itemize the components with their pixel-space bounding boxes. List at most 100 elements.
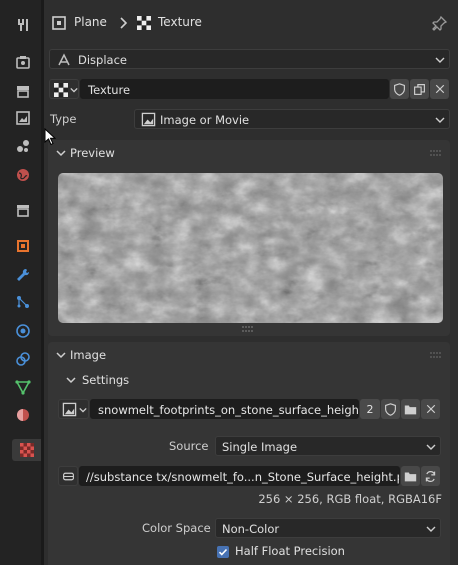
tab-material[interactable]	[12, 404, 34, 426]
image-name-field[interactable]: snowmelt_footprints_on_stone_surface_hei…	[90, 399, 359, 419]
image-users-count[interactable]: 2	[360, 399, 380, 419]
close-icon	[426, 404, 435, 414]
folder-icon	[404, 471, 417, 481]
modifier-selector-value: Displace	[78, 53, 127, 67]
tab-tool[interactable]	[12, 14, 34, 36]
image-icon	[62, 402, 77, 417]
breadcrumb-texture[interactable]: Texture	[158, 15, 202, 29]
duplicate-texture-button[interactable]	[410, 79, 429, 99]
preview-panel: Preview	[48, 140, 450, 336]
pin-icon[interactable]	[432, 15, 448, 31]
shield-icon	[394, 82, 405, 96]
copy-icon	[414, 83, 425, 95]
material-icon	[17, 409, 29, 421]
fake-user-button[interactable]	[390, 79, 409, 99]
texture-type-value: Image or Movie	[160, 113, 250, 127]
breadcrumb: Plane Texture	[44, 8, 458, 38]
world-icon	[17, 169, 29, 181]
view-layer-icon	[16, 111, 30, 125]
texture-checker-icon	[54, 83, 68, 97]
unlink-image-button[interactable]	[421, 399, 440, 419]
texture-preview-image	[58, 173, 443, 323]
texture-name-value: Texture	[88, 83, 131, 97]
refresh-icon	[425, 470, 436, 482]
tab-particles[interactable]	[12, 291, 34, 313]
data-icon	[15, 380, 31, 395]
image-browse-button[interactable]	[58, 399, 89, 419]
texture-type-selector[interactable]: Image or Movie	[134, 109, 450, 129]
pack-image-button[interactable]	[58, 466, 78, 486]
preview-panel-header[interactable]: Preview	[48, 142, 450, 164]
tab-modifier[interactable]	[12, 264, 34, 286]
chevron-down-icon	[70, 87, 78, 93]
image-users-count-value: 2	[366, 402, 374, 416]
image-panel-header[interactable]: Image	[48, 344, 450, 366]
image-fake-user-button[interactable]	[381, 399, 400, 419]
image-info: 256 × 256, RGB float, RGBA16F	[258, 492, 442, 506]
half-float-label: Half Float Precision	[235, 544, 345, 558]
tab-texture[interactable]	[12, 439, 41, 461]
open-image-button[interactable]	[401, 399, 420, 419]
render-icon	[16, 56, 30, 69]
settings-subpanel-title: Settings	[82, 373, 130, 387]
browse-filepath-button[interactable]	[401, 466, 420, 486]
tab-data[interactable]	[12, 376, 34, 398]
output-icon	[17, 86, 29, 98]
texture-name-field[interactable]: Texture	[80, 79, 389, 99]
object-icon	[17, 240, 29, 252]
modifier-selector[interactable]: Displace	[49, 49, 450, 69]
properties-tab-sidebar	[0, 0, 41, 565]
checkmark-icon	[218, 548, 228, 556]
tab-world[interactable]	[12, 164, 34, 186]
image-icon	[141, 112, 156, 127]
source-label: Source	[169, 439, 209, 453]
image-filepath-field[interactable]: //substance tx/snowmelt_fo...n_Stone_Sur…	[79, 466, 400, 486]
collection-icon	[17, 205, 29, 217]
tab-collection[interactable]	[12, 199, 34, 221]
drag-grip-icon[interactable]	[430, 352, 442, 358]
chevron-down-icon	[426, 444, 436, 450]
type-label: Type	[50, 112, 77, 126]
chevron-down-icon	[66, 377, 76, 384]
image-panel: Image Settings snowmelt_footprints_on_st…	[48, 342, 450, 565]
image-name-value: snowmelt_footprints_on_stone_surface_hei…	[98, 403, 359, 417]
tab-output[interactable]	[12, 80, 34, 102]
image-source-value: Single Image	[222, 440, 298, 454]
preview-resize-handle[interactable]	[242, 326, 254, 332]
tab-object[interactable]	[12, 235, 34, 257]
texture-browse-button[interactable]	[49, 79, 79, 99]
chevron-down-icon	[426, 526, 436, 532]
tab-render[interactable]	[12, 51, 34, 73]
chevron-right-icon	[120, 17, 128, 29]
reload-image-button[interactable]	[421, 466, 440, 486]
color-space-selector[interactable]: Non-Color	[215, 518, 441, 538]
unlink-texture-button[interactable]	[430, 79, 449, 99]
chevron-down-icon	[435, 117, 445, 123]
tool-icon	[18, 19, 28, 31]
physics-icon	[16, 324, 30, 338]
tab-physics[interactable]	[12, 320, 34, 342]
color-space-label: Color Space	[142, 521, 211, 535]
chevron-down-icon	[56, 150, 66, 157]
preview-panel-title: Preview	[70, 146, 115, 160]
texture-checker-icon	[137, 16, 151, 30]
particles-icon	[17, 296, 29, 308]
image-filepath-value: //substance tx/snowmelt_fo...n_Stone_Sur…	[86, 470, 400, 484]
constraints-icon	[16, 352, 30, 366]
half-float-checkbox[interactable]	[217, 546, 229, 558]
package-icon	[62, 472, 74, 480]
breadcrumb-object[interactable]: Plane	[74, 15, 107, 29]
chevron-down-icon	[79, 407, 87, 413]
drag-grip-icon[interactable]	[430, 150, 442, 156]
properties-editor: Plane Texture Displace Texture Type Imag…	[44, 0, 458, 565]
color-space-value: Non-Color	[222, 522, 280, 536]
tab-view-layer[interactable]	[12, 107, 34, 129]
image-source-selector[interactable]: Single Image	[215, 436, 441, 456]
displace-modifier-icon	[58, 53, 70, 66]
settings-subpanel-header[interactable]: Settings	[56, 369, 446, 391]
half-float-toggle[interactable]: Half Float Precision	[216, 544, 436, 560]
modifier-icon	[17, 268, 30, 281]
tab-scene[interactable]	[12, 135, 34, 157]
scene-icon	[17, 140, 29, 152]
tab-constraints[interactable]	[12, 348, 34, 370]
